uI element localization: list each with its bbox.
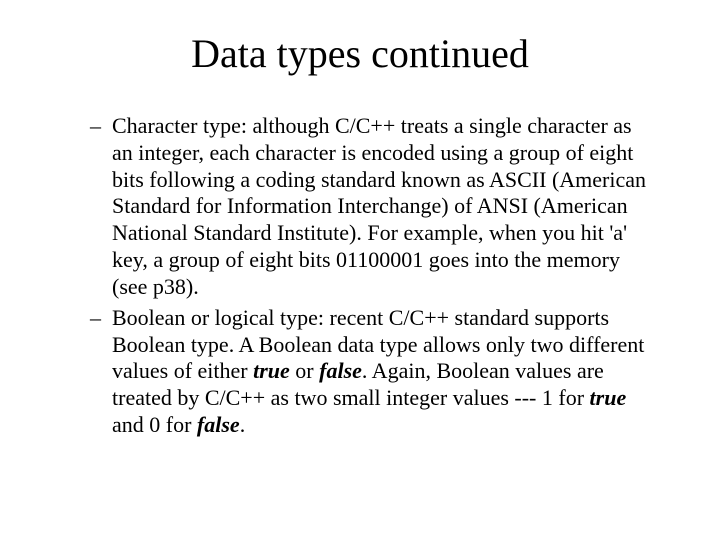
bullet-text: or	[290, 358, 319, 383]
slide: Data types continued Character type: alt…	[0, 0, 720, 540]
emphasis-false: false	[319, 358, 362, 383]
emphasis-true: true	[253, 358, 290, 383]
bullet-text: Character type: although C/C++ treats a …	[112, 113, 646, 299]
list-item: Character type: although C/C++ treats a …	[90, 113, 650, 301]
slide-title: Data types continued	[50, 30, 670, 77]
bullet-list: Character type: although C/C++ treats a …	[50, 113, 670, 439]
bullet-text: .	[240, 412, 246, 437]
list-item: Boolean or logical type: recent C/C++ st…	[90, 305, 650, 439]
emphasis-true: true	[590, 385, 627, 410]
emphasis-false: false	[197, 412, 240, 437]
bullet-text: and 0 for	[112, 412, 197, 437]
